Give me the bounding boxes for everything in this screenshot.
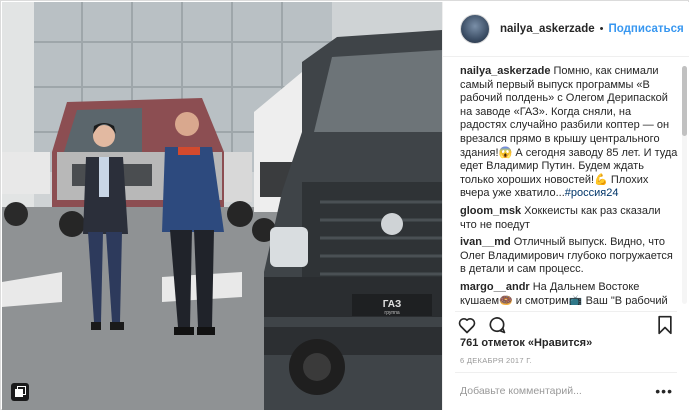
truck-badge-subtext: группа <box>384 310 399 316</box>
add-comment-bar: ••• <box>455 372 677 408</box>
scrollbar-thumb[interactable] <box>682 66 687 136</box>
post-photo[interactable]: ГАЗ группа <box>2 2 442 410</box>
heart-icon[interactable] <box>455 313 479 337</box>
comment-username[interactable]: nailya_askerzade <box>460 65 551 77</box>
likes-count[interactable]: 761 отметок «Нравится» <box>460 337 592 349</box>
comment-text: Помню, как снимали самый первый выпуск п… <box>460 65 678 200</box>
hashtag-link[interactable]: #россия24 <box>565 187 619 199</box>
comment-item: gloom_msk Хоккеисты как раз сказали что н… <box>460 205 679 232</box>
follow-button[interactable]: Подписаться <box>608 23 683 35</box>
photo-illustration: ГАЗ группа <box>2 2 442 410</box>
truck-badge-text: ГАЗ <box>383 299 402 310</box>
comment-item: margo__andr На Дальнем Востоке кушаем🍩 и … <box>460 281 679 305</box>
avatar[interactable] <box>460 14 490 44</box>
caption: nailya_askerzade Помню, как снимали самый… <box>460 65 679 201</box>
post-date: 6 ДЕКАБРЯ 2017 Г. <box>460 356 533 365</box>
comment-username[interactable]: gloom_msk <box>460 205 521 217</box>
comment-username[interactable]: ivan__md <box>460 236 511 248</box>
header-username[interactable]: nailya_askerzade <box>500 23 595 35</box>
action-bar <box>455 311 677 335</box>
carousel-icon <box>11 383 29 401</box>
comment-input[interactable] <box>455 384 656 397</box>
comment-bubble-icon[interactable] <box>485 313 509 337</box>
header-separator: • <box>599 23 604 35</box>
more-options-icon[interactable]: ••• <box>655 383 677 399</box>
comment-item: ivan__md Отличный выпуск. Видно, что Олег… <box>460 236 679 277</box>
bookmark-icon[interactable] <box>653 313 677 337</box>
comments-scrollbar[interactable] <box>682 66 687 304</box>
comment-username[interactable]: margo__andr <box>460 281 530 293</box>
instagram-post-frame: ГАЗ группа nailya_askerzade • Подписатьс… <box>0 0 689 410</box>
post-header: nailya_askerzade • Подписаться <box>443 2 689 57</box>
post-side-panel: nailya_askerzade • Подписаться nailya_as… <box>442 2 689 410</box>
comment-list: nailya_askerzade Помню, как снимали самый… <box>460 65 679 305</box>
